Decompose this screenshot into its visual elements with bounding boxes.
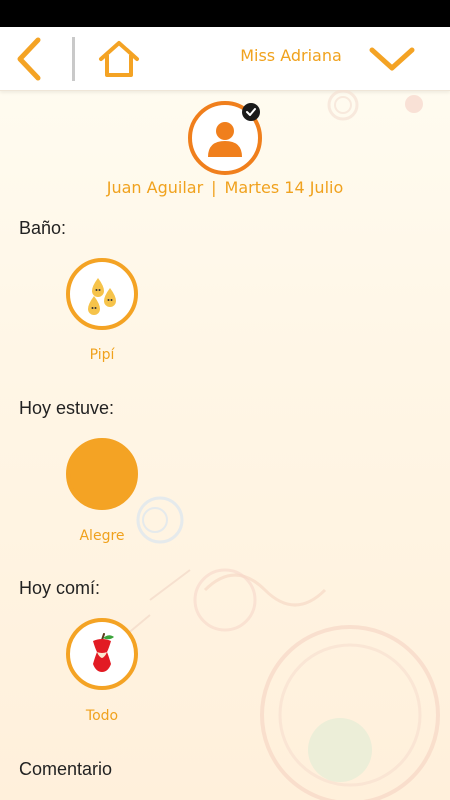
comment-label: Comentario [19, 759, 113, 779]
urine-drops-icon [88, 278, 116, 315]
top-navigation-bar: Miss Adriana [0, 27, 450, 91]
home-icon [99, 41, 139, 77]
teacher-name[interactable]: Miss Adriana [236, 46, 346, 65]
back-button[interactable] [8, 35, 50, 83]
meal-value: Todo [85, 708, 119, 724]
toolbar-divider [72, 37, 75, 81]
student-name: Juan Aguilar [106, 178, 204, 197]
meal-option-button[interactable] [66, 618, 138, 690]
name-date-separator: | [211, 178, 217, 197]
home-button[interactable] [96, 37, 142, 81]
apple-core-icon [93, 633, 114, 672]
student-avatar[interactable] [188, 101, 262, 175]
checkmark-badge [242, 103, 260, 121]
mood-option-button[interactable] [66, 438, 138, 510]
chevron-down-icon [369, 47, 415, 71]
teacher-dropdown-button[interactable] [364, 39, 420, 79]
meal-label: Hoy comí: [19, 578, 101, 598]
check-icon [246, 108, 256, 116]
student-header: Juan Aguilar | Martes 14 Julio [0, 178, 450, 197]
bathroom-label: Baño: [19, 218, 67, 238]
mood-value: Alegre [79, 528, 125, 544]
person-icon [208, 122, 242, 157]
bathroom-option-button[interactable] [66, 258, 138, 330]
report-date: Martes 14 Julio [224, 178, 344, 197]
bathroom-value: Pipí [89, 347, 115, 363]
status-bar [0, 0, 450, 27]
chevron-left-icon [17, 37, 41, 81]
mood-label: Hoy estuve: [19, 398, 115, 418]
